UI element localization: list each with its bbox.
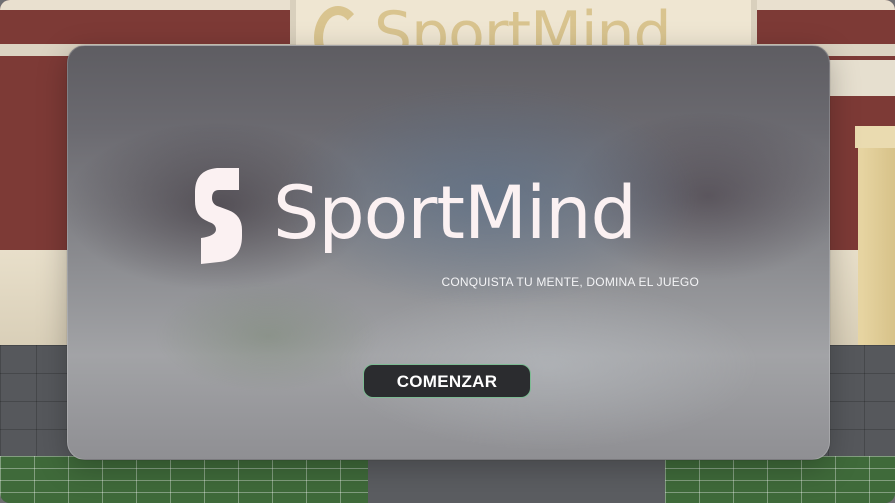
sign-text: SportMind: [374, 0, 672, 48]
grass-patch-right: [665, 456, 895, 503]
building-sign: SportMind: [290, 0, 757, 48]
building-pillar: [858, 130, 895, 345]
wall-cornice: [828, 60, 895, 96]
grass-patch-left: [0, 456, 368, 503]
pillar-capital: [855, 126, 895, 148]
sportmind-logo: SportMind: [195, 168, 705, 268]
start-button[interactable]: COMENZAR: [363, 364, 531, 398]
tagline: CONQUISTA TU MENTE, DOMINA EL JUEGO: [441, 275, 699, 289]
splash-card: SportMind CONQUISTA TU MENTE, DOMINA EL …: [67, 45, 830, 460]
sign-logo-icon: [314, 6, 362, 48]
stone-path: [368, 456, 665, 503]
logo-text: SportMind: [273, 171, 637, 256]
sportmind-logo-icon: [195, 168, 242, 264]
